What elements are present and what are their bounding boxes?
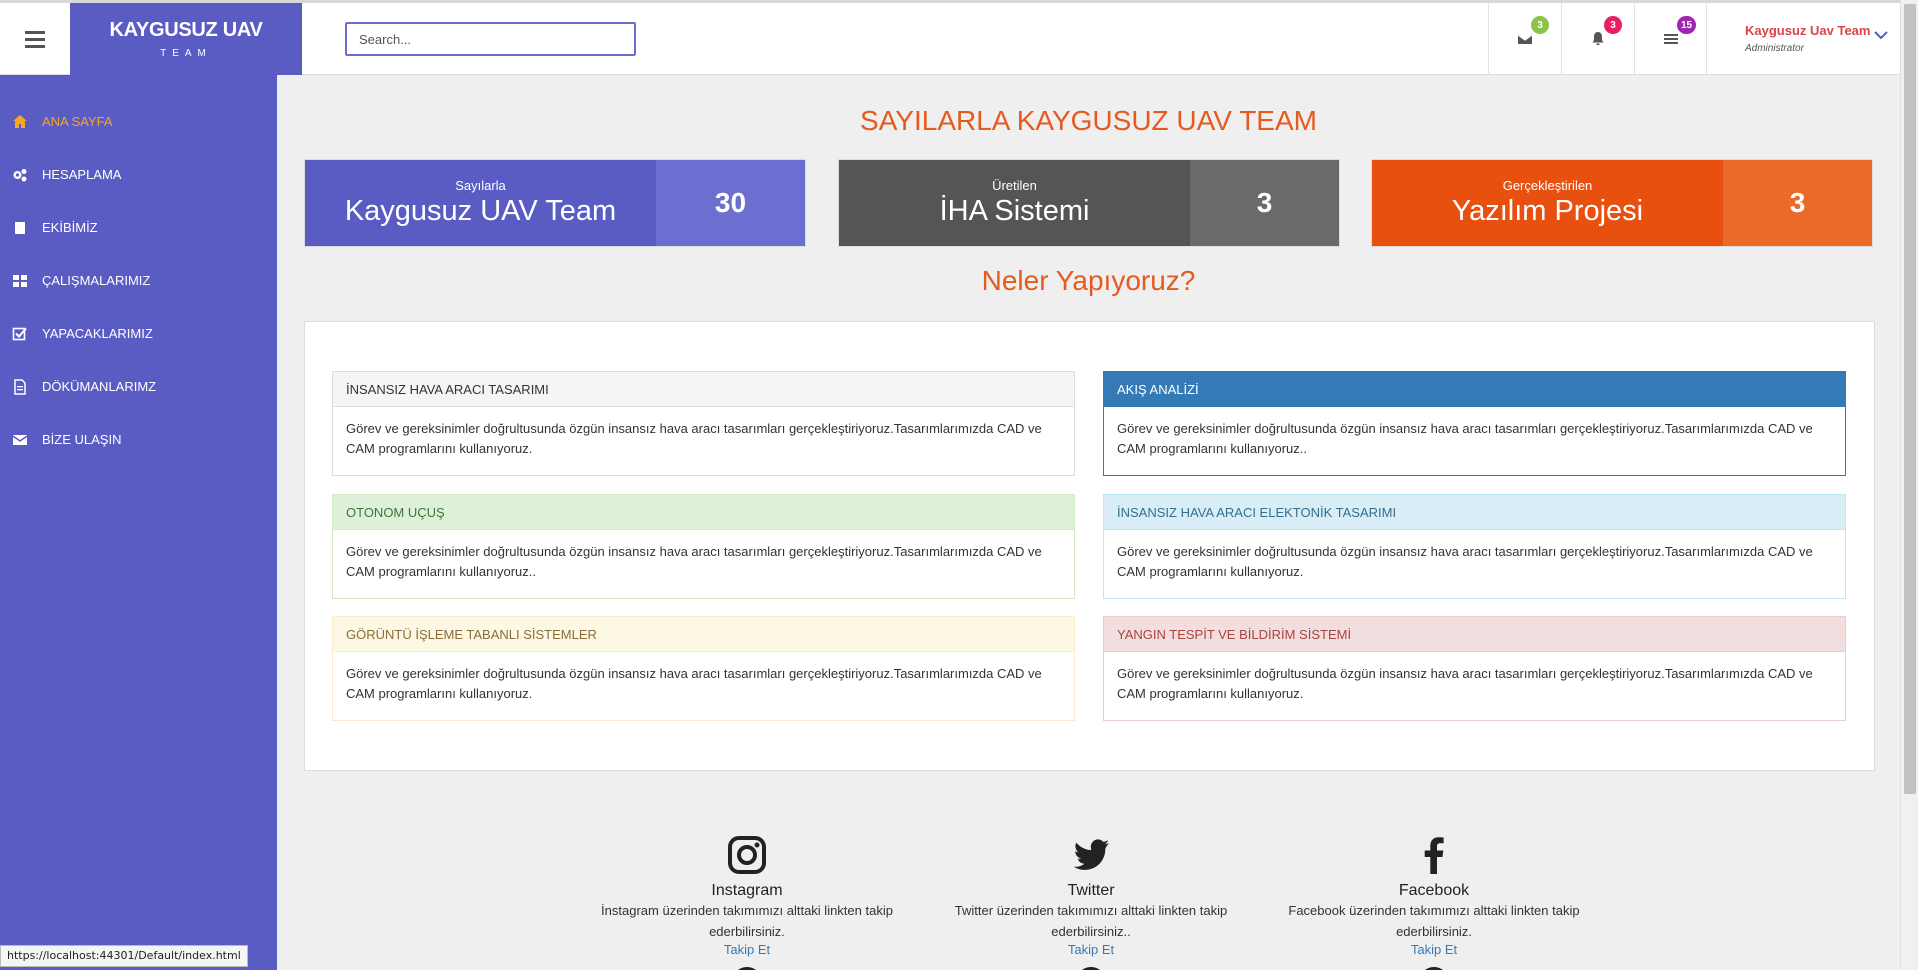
services-panel: İNSANSIZ HAVA ARACI TASARIMI Görev ve ge… [304,321,1875,771]
social-desc: Facebook üzerinden takımımızı alttaki li… [1288,903,1580,939]
stat-big-label: Kaygusuz UAV Team [344,195,617,227]
user-name: Kaygusuz Uav Team [1745,23,1871,38]
stat-card-software: Gerçekleştirilen Yazılım Projesi 3 [1371,159,1873,247]
social-name: Twitter [1067,882,1115,899]
sidebar-item-label: ANA SAYFA [42,114,113,129]
search-input[interactable] [345,22,636,56]
section-subtitle: Neler Yapıyoruz? [981,265,1196,296]
service-card-body: Görev ve gereksinimler doğrultusunda özg… [346,666,1042,701]
top-navbar: KAYGUSUZ UAV TEAM 3 3 15 Kaygusuz Uav Te… [0,0,1900,75]
sidebar-item-label: BİZE ULAŞIN [42,432,122,447]
tasks-icon [1663,34,1678,44]
chevron-down-icon [1874,31,1888,40]
social-name: Instagram [711,882,783,899]
bell-icon [1592,32,1603,46]
follow-link[interactable]: Takip Et [1284,942,1584,957]
sidebar: ANA SAYFA HESAPLAMA EKİBİMİZ ÇALIŞMALARI… [0,75,277,970]
brand-title: KAYGUSUZ UAV [109,19,263,41]
stat-card-iha: Üretilen İHA Sistemi 3 [838,159,1340,247]
browser-status-url: https://localhost:44301/Default/index.ht… [0,945,248,967]
service-card-title: İNSANSIZ HAVA ARACI TASARIMI [333,372,1074,407]
messages-button[interactable]: 3 [1488,3,1560,75]
brand-logo[interactable]: KAYGUSUZ UAV TEAM [70,3,302,75]
envelope-icon [12,434,28,445]
service-card-body: Görev ve gereksinimler doğrultusunda özg… [1117,666,1813,701]
tasks-button[interactable]: 15 [1634,3,1706,75]
social-name: Facebook [1398,882,1470,899]
home-icon [13,114,27,128]
follow-link[interactable]: Takip Et [597,942,897,957]
envelope-icon [1517,34,1532,44]
sidebar-item-label: YAPACAKLARIMIZ [42,326,153,341]
sidebar-item-label: HESAPLAMA [42,167,122,182]
service-card: YANGIN TESPİT VE BİLDİRİM SİSTEMİ Görev … [1103,616,1846,721]
sidebar-item-label: DÖKÜMANLARIMZ [42,379,157,394]
user-role: Administrator [1745,43,1804,54]
stat-value: 3 [1723,160,1872,246]
notifications-badge: 3 [1604,16,1622,34]
book-icon [15,221,25,234]
main-content: SAYILARLA KAYGUSUZ UAV TEAM Sayılarla Ka… [277,75,1900,970]
page-title: SAYILARLA KAYGUSUZ UAV TEAM [860,105,1317,136]
brand-subtitle: TEAM [160,48,212,59]
follow-link[interactable]: Takip Et [941,942,1241,957]
service-card: OTONOM UÇUŞ Görev ve gereksinimler doğru… [332,494,1075,599]
stat-big-label: Yazılım Projesi [1451,195,1644,227]
scrollbar-thumb[interactable] [1904,4,1916,794]
service-card: AKIŞ ANALİZİ Görev ve gereksinimler doğr… [1103,371,1846,476]
sidebar-item-yapacaklarimiz[interactable]: YAPACAKLARIMIZ [0,307,277,360]
sidebar-item-label: EKİBİMİZ [42,220,98,235]
messages-badge: 3 [1531,16,1549,34]
sidebar-item-hesaplama[interactable]: HESAPLAMA [0,148,277,201]
sidebar-item-dokumanlarimiz[interactable]: DÖKÜMANLARIMZ [0,360,277,413]
tasks-badge: 15 [1677,16,1697,34]
service-card-body: Görev ve gereksinimler doğrultusunda özg… [1117,544,1813,579]
service-card: GÖRÜNTÜ İŞLEME TABANLI SİSTEMLER Görev v… [332,616,1075,721]
service-card-title: İNSANSIZ HAVA ARACI ELEKTONİK TASARIMI [1104,495,1845,530]
instagram-icon [728,836,766,874]
service-card-body: Görev ve gereksinimler doğrultusunda özg… [1117,421,1813,456]
twitter-icon [1073,839,1109,870]
hamburger-icon [25,29,45,50]
stat-card-team: Sayılarla Kaygusuz UAV Team 30 [304,159,806,247]
sidebar-item-calismalarimiz[interactable]: ÇALIŞMALARIMIZ [0,254,277,307]
stat-value: 30 [656,160,805,246]
stat-small-label: Gerçekleştirilen [1502,178,1593,193]
service-card-title: GÖRÜNTÜ İŞLEME TABANLI SİSTEMLER [333,617,1074,652]
stat-big-label: İHA Sistemi [939,195,1090,227]
grid-icon [13,274,27,287]
service-card-body: Görev ve gereksinimler doğrultusunda özg… [346,421,1042,456]
social-facebook: Facebook Facebook üzerinden takımımızı a… [1284,835,1584,970]
stat-value: 3 [1190,160,1339,246]
service-card: İNSANSIZ HAVA ARACI ELEKTONİK TASARIMI G… [1103,494,1846,599]
service-card-title: YANGIN TESPİT VE BİLDİRİM SİSTEMİ [1104,617,1845,652]
checkbox-icon [12,327,27,340]
service-card-title: AKIŞ ANALİZİ [1104,372,1845,407]
menu-toggle-button[interactable] [0,3,70,75]
stat-small-label: Sayılarla [455,178,506,193]
page-scrollbar[interactable] [1900,0,1918,970]
social-instagram: Instagram İnstagram üzerinden takımımızı… [597,835,897,970]
sidebar-item-bize-ulasin[interactable]: BİZE ULAŞIN [0,413,277,466]
facebook-icon [1424,837,1444,874]
social-twitter: Twitter Twitter üzerinden takımımızı alt… [941,835,1241,970]
social-desc: İnstagram üzerinden takımımızı alttaki l… [601,903,893,939]
sidebar-item-ekibimiz[interactable]: EKİBİMİZ [0,201,277,254]
notifications-button[interactable]: 3 [1561,3,1633,75]
document-icon [14,378,26,395]
service-card-title: OTONOM UÇUŞ [333,495,1074,530]
social-desc: Twitter üzerinden takımımızı alttaki lin… [954,903,1228,939]
sidebar-item-label: ÇALIŞMALARIMIZ [42,273,151,288]
sidebar-item-ana-sayfa[interactable]: ANA SAYFA [0,95,277,148]
stat-small-label: Üretilen [992,178,1037,193]
service-card: İNSANSIZ HAVA ARACI TASARIMI Görev ve ge… [332,371,1075,476]
gears-icon [13,168,27,181]
service-card-body: Görev ve gereksinimler doğrultusunda özg… [346,544,1042,579]
user-menu[interactable]: Kaygusuz Uav Team Administrator [1706,3,1900,75]
